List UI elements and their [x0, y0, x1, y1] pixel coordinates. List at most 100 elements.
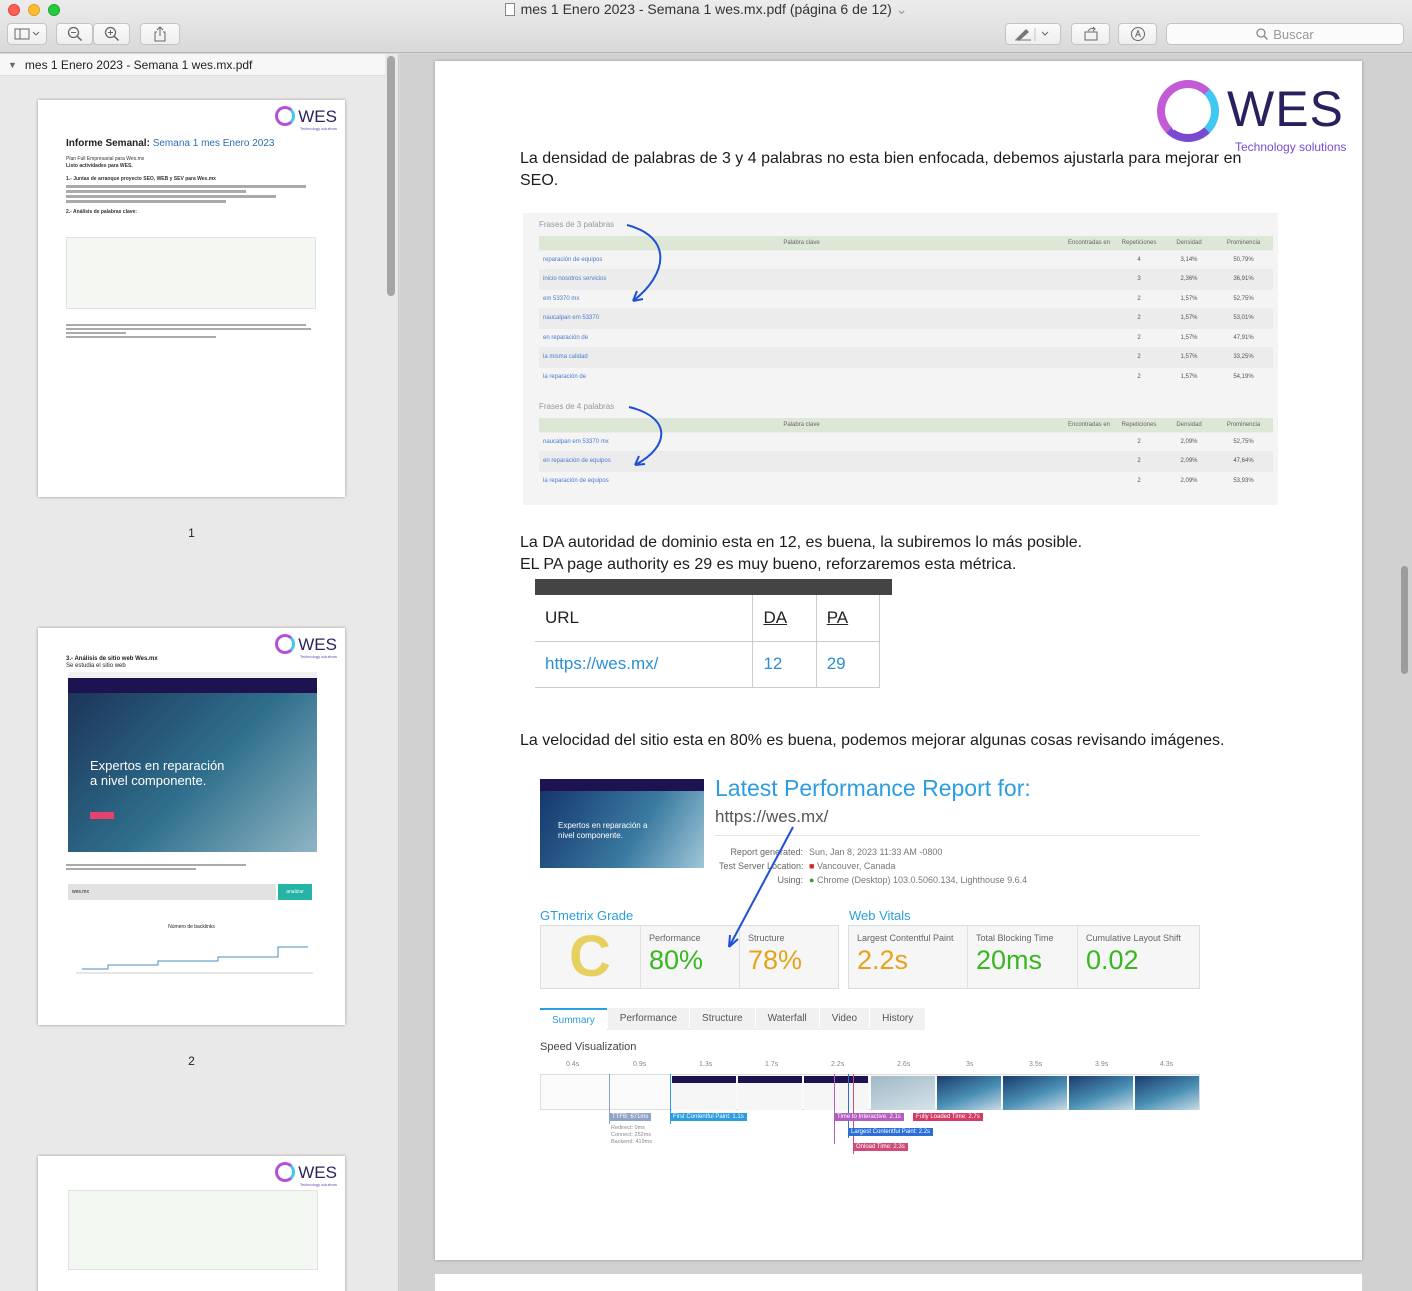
thumb-domain-input: wes.mx: [68, 884, 276, 900]
search-placeholder: Buscar: [1273, 26, 1314, 42]
wes-logo: WES Technology solutions: [1155, 78, 1346, 156]
paragraph-keyword-density: La densidad de palabras de 3 y 4 palabra…: [520, 150, 1242, 189]
zoom-in-button[interactable]: [93, 23, 130, 45]
timeline-tick: 3s: [966, 1061, 974, 1068]
pa-header: PA: [816, 595, 881, 642]
thumb-backlinks-chart: [76, 946, 313, 974]
thumb-line: 2.- Análisis de palabras clave:: [66, 209, 137, 215]
annotation-arrow-icon: [628, 406, 663, 466]
timeline-tick: 3.5s: [1029, 1061, 1043, 1068]
keyword-density-image: Frases de 3 palabras Palabra clave Encon…: [523, 213, 1278, 505]
timeline-tick: 1.3s: [699, 1061, 713, 1068]
document-view[interactable]: WES Technology solutions La densidad de …: [400, 54, 1412, 1291]
thumb-title-label: Informe Semanal:: [66, 138, 150, 149]
pa-value: 29: [816, 641, 881, 688]
rotate-button[interactable]: [1071, 23, 1110, 45]
tab-structure: Structure: [690, 1008, 755, 1030]
cls-value: 0.02: [1086, 945, 1139, 975]
grade-letter: C: [569, 924, 611, 989]
timeline-tick: 2.2s: [831, 1061, 845, 1068]
window-title[interactable]: mes 1 Enero 2023 - Semana 1 wes.mx.pdf (…: [0, 1, 1412, 18]
timeline-tick: 0.4s: [566, 1061, 580, 1068]
pdf-page-6: WES Technology solutions La densidad de …: [435, 61, 1362, 1260]
thumb-chart-title: Número de backlinks: [168, 924, 215, 930]
url-value: https://wes.mx/: [535, 641, 754, 688]
pdf-document-icon: [504, 3, 515, 16]
tab-waterfall: Waterfall: [755, 1008, 819, 1030]
markup-button[interactable]: [1005, 23, 1061, 45]
timeline-tick: 0.9s: [633, 1061, 647, 1068]
rotate-icon: [1084, 26, 1097, 41]
sidebar-toggle-button[interactable]: [7, 23, 47, 45]
zoom-in-icon: [104, 26, 119, 42]
thumb-line: Plan Full Empresarial para Wes.mx: [66, 156, 145, 162]
ttfb-marker: TTFB: 671ms: [609, 1113, 652, 1121]
share-icon: [154, 26, 166, 42]
sidebar-scrollbar[interactable]: [387, 56, 395, 296]
wes-logo: WES Technology solutions: [275, 106, 337, 131]
thumb-analyze-button: analizar: [278, 884, 312, 900]
page-number-1: 1: [188, 526, 195, 540]
thumb-heading: 3.- Análisis de sitio web Wes.mx: [66, 656, 158, 662]
timeline-tick: 2.6s: [897, 1061, 911, 1068]
paragraph-domain-authority: La DA autoridad de dominio esta en 12, e…: [520, 534, 1083, 551]
document-scrollbar[interactable]: [1401, 566, 1408, 674]
da-value: 12: [752, 641, 817, 688]
keyword-cell: naucalpan em 53370: [539, 308, 1064, 328]
web-vitals-box: Largest Contentful Paint 2.2s Total Bloc…: [848, 925, 1200, 989]
annotate-button[interactable]: [1118, 23, 1157, 45]
keyword-cell: en reparación de: [539, 327, 1064, 348]
zoom-out-icon: [67, 26, 82, 42]
tab-history: History: [870, 1008, 926, 1030]
search-icon: [1256, 28, 1269, 40]
tab-video: Video: [819, 1008, 870, 1030]
four-word-title: Frases de 4 palabras: [539, 402, 615, 411]
timeline-tick: 3.9s: [1095, 1061, 1109, 1068]
tab-summary: Summary: [540, 1008, 607, 1030]
page-thumbnail-2[interactable]: WES Technology solutions 3.- Análisis de …: [38, 628, 345, 1025]
search-field[interactable]: Buscar: [1166, 23, 1404, 45]
annotate-icon: [1130, 27, 1145, 41]
sidebar-file-name: mes 1 Enero 2023 - Semana 1 wes.mx.pdf: [24, 57, 253, 72]
url-header: URL: [535, 595, 754, 642]
ttfb-detail: Redirect: 0ms Connect: 252ms Backend: 41…: [611, 1125, 652, 1145]
thumb-sub: Se estudia el sitio web: [66, 663, 126, 669]
paragraph-site-speed: La velocidad del sitio esta en 80% es bu…: [520, 732, 1225, 749]
share-button[interactable]: [140, 23, 180, 45]
report-url: https://wes.mx/: [715, 807, 829, 826]
timeline-tick: 1.7s: [765, 1061, 779, 1068]
thumb-website-screenshot: Expertos en reparación a nivel component…: [68, 672, 317, 852]
paragraph-page-authority: EL PA page authority es 29 es muy bueno,…: [520, 556, 1017, 573]
speed-visualization-title: Speed Visualization: [540, 1041, 637, 1053]
pen-icon: [1015, 28, 1049, 41]
tti-marker: Time to Interactive: 2.1s: [834, 1113, 904, 1121]
page-thumbnail-3[interactable]: WES Technology solutions: [38, 1156, 345, 1291]
thumbnail-sidebar[interactable]: ▼ mes 1 Enero 2023 - Semana 1 wes.mx.pdf…: [0, 54, 399, 1291]
gtmetrix-report-image: Expertos en reparación a nivel component…: [523, 763, 1208, 1161]
pdf-page-7: [435, 1274, 1362, 1291]
authority-table-image: URL DA PA https://wes.mx/ 12 29: [535, 579, 892, 696]
onload-marker: Onload Time: 2.3s: [853, 1143, 908, 1151]
annotation-arrow-icon: [728, 826, 794, 948]
keyword-cell: la reparación de equipos: [539, 470, 1064, 491]
thumb-line: 1.- Juntas de arranque proyecto SEO, WEB…: [66, 176, 216, 182]
gtmetrix-grade-title: GTmetrix Grade: [540, 908, 634, 923]
timeline-tick: 4.3s: [1160, 1061, 1174, 1068]
sidebar-icon: [14, 28, 40, 40]
sidebar-file-row[interactable]: ▼ mes 1 Enero 2023 - Semana 1 wes.mx.pdf: [0, 54, 385, 76]
thumb-title-value: Semana 1 mes Enero 2023: [152, 138, 275, 149]
site-screenshot: Expertos en reparación a nivel component…: [540, 779, 704, 868]
report-heading: Latest Performance Report for:: [715, 775, 1031, 801]
disclosure-triangle-icon[interactable]: ▼: [8, 60, 17, 70]
da-header: DA: [752, 595, 817, 642]
thumb-backlinks-table: [68, 1190, 318, 1270]
thumb-keyword-table: [66, 237, 316, 309]
web-vitals-title: Web Vitals: [849, 908, 911, 923]
title-chevron-icon: ⌄: [895, 1, 908, 17]
page-number-2: 2: [188, 1054, 195, 1068]
zoom-out-button[interactable]: [56, 23, 93, 45]
page-thumbnail-1[interactable]: WES Technology solutions Informe Semanal:…: [38, 100, 345, 497]
keyword-cell: la reparación de: [539, 366, 1064, 387]
fcp-marker: First Contentful Paint: 1.1s: [670, 1113, 747, 1121]
wes-logo: WES Technology solutions: [275, 1162, 337, 1187]
